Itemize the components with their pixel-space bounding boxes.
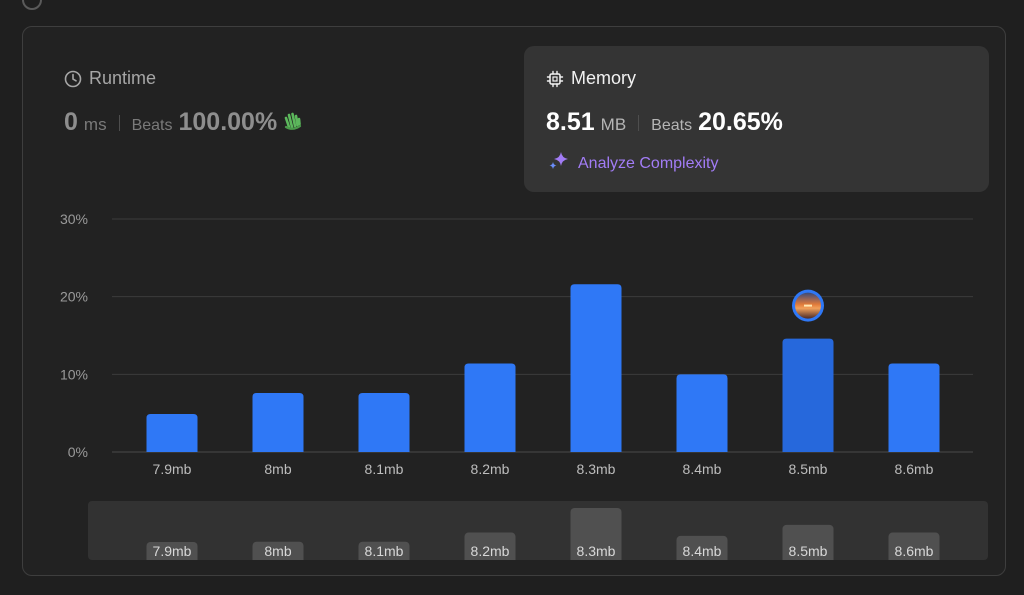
- chart-bar[interactable]: [676, 374, 728, 452]
- chart-bar[interactable]: [252, 392, 304, 452]
- chart-bar[interactable]: [358, 392, 410, 452]
- chart-bar[interactable]: [146, 413, 198, 452]
- chart-bar[interactable]: [464, 363, 516, 452]
- y-tick-label: 0%: [68, 444, 88, 460]
- overview-label: 8.3mb: [577, 543, 616, 559]
- y-tick-label: 10%: [60, 366, 88, 382]
- chart-bar[interactable]: [570, 284, 622, 452]
- overview-label: 8.6mb: [895, 543, 934, 559]
- overview-label: 8.4mb: [683, 543, 722, 559]
- memory-distribution-chart: 0% 10% 20% 30% 7.9mb 8mb 8.1mb 8.2mb 8.3mb 8.4mb 8…: [60, 211, 973, 477]
- overview-label: 7.9mb: [153, 543, 192, 559]
- chart-bar[interactable]: [782, 338, 834, 452]
- x-tick-label: 7.9mb: [153, 461, 192, 477]
- chart-bar[interactable]: [888, 363, 940, 452]
- x-tick-label: 8.1mb: [365, 461, 404, 477]
- x-tick-label: 8.5mb: [789, 461, 828, 477]
- y-tick-label: 30%: [60, 211, 88, 227]
- overview-minimap: 7.9mb 8mb 8.1mb 8.2mb 8.3mb 8.4mb 8.5mb 8.6mb: [146, 508, 940, 560]
- x-tick-label: 8.4mb: [683, 461, 722, 477]
- overview-label: 8.5mb: [789, 543, 828, 559]
- overview-label: 8.2mb: [471, 543, 510, 559]
- x-tick-label: 8.2mb: [471, 461, 510, 477]
- x-tick-label: 8mb: [264, 461, 291, 477]
- avatar-icon[interactable]: [792, 289, 824, 322]
- overview-label: 8.1mb: [365, 543, 404, 559]
- overview-label: 8mb: [264, 543, 291, 559]
- y-tick-label: 20%: [60, 289, 88, 305]
- chart-overview-navigator[interactable]: 7.9mb 8mb 8.1mb 8.2mb 8.3mb 8.4mb 8.5mb 8.6mb: [88, 501, 988, 560]
- x-tick-label: 8.3mb: [577, 461, 616, 477]
- x-tick-label: 8.6mb: [895, 461, 934, 477]
